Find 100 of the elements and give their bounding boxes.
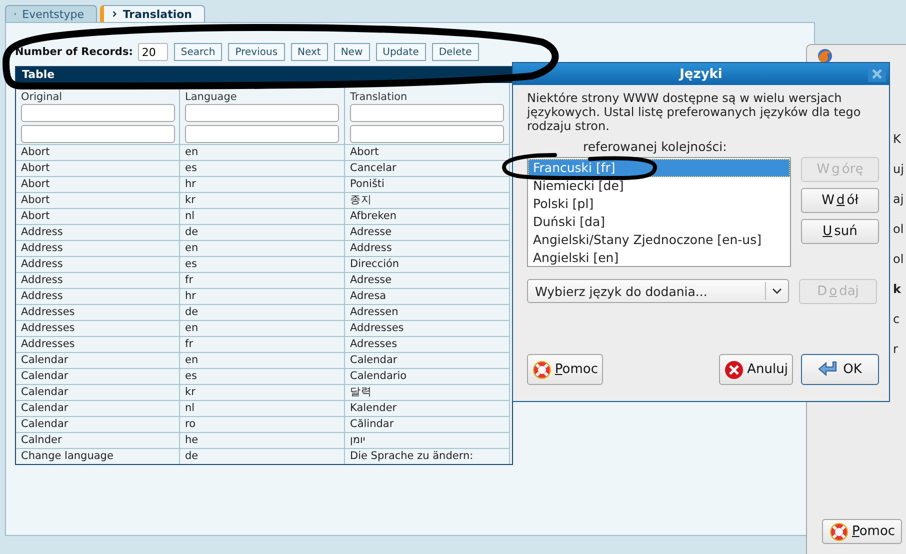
list-label: referowanej kolejności: xyxy=(582,139,728,155)
table-cell: Abort xyxy=(16,160,180,176)
table-cell: Address xyxy=(16,256,180,272)
help-button[interactable]: Pomoc xyxy=(527,354,603,385)
table-cell: Calendar xyxy=(16,352,180,368)
lifebuoy-icon xyxy=(828,522,849,542)
table-cell: en xyxy=(180,240,345,256)
side-button[interactable]: W d ół xyxy=(801,188,879,213)
chevron-down-icon xyxy=(765,282,782,300)
table-cell: Addresses xyxy=(16,320,180,336)
column-header: Translation xyxy=(345,83,510,102)
table-cell: de xyxy=(180,448,345,464)
cancel-button[interactable]: Anuluj xyxy=(719,354,793,385)
text-fragment: k xyxy=(893,281,902,298)
table-cell: Cancelar xyxy=(345,160,510,176)
table-cell: Addresses xyxy=(345,320,510,336)
table-cell: Address xyxy=(16,240,180,256)
table-cell: Kalender xyxy=(345,400,510,416)
table-cell: 달력 xyxy=(345,384,510,400)
table-cell: Abort xyxy=(16,176,180,192)
tab[interactable]: Eventstype xyxy=(5,5,97,22)
side-button[interactable]: U suń xyxy=(801,219,879,244)
table-cell: Abort xyxy=(345,144,510,160)
filter-field[interactable] xyxy=(350,104,504,122)
column-header: Original xyxy=(16,83,180,102)
text-fragment: ol xyxy=(893,251,905,268)
cancel-icon xyxy=(724,360,744,380)
filter-field[interactable] xyxy=(350,125,504,143)
table-cell: Afbreken xyxy=(345,208,510,224)
table-cell: Address xyxy=(345,240,510,256)
records-label: Number of Records: xyxy=(15,46,133,58)
table-cell: ro xyxy=(180,416,345,432)
toolbar-button[interactable]: Update xyxy=(376,43,426,61)
toolbar-button[interactable]: Delete xyxy=(432,43,479,61)
help-button[interactable]: Pomoc xyxy=(822,519,902,544)
table-cell: es xyxy=(180,368,345,384)
filter-field[interactable] xyxy=(185,104,339,122)
table-cell: Calendar xyxy=(16,400,180,416)
table-cell: he xyxy=(180,432,345,448)
table-cell: de xyxy=(180,224,345,240)
table-cell: Dirección xyxy=(345,256,510,272)
lifebuoy-icon xyxy=(532,360,552,380)
table-cell: Abort xyxy=(16,192,180,208)
filter-field[interactable] xyxy=(21,125,175,143)
text-fragment: ol xyxy=(893,221,905,238)
language-list[interactable]: Francuski [fr] Niemiecki [de] Polski [pl] Duński [da] Angielski/Stany Zjednoczone [en-us] Angielski [en] xyxy=(527,157,791,267)
table-cell: Poništi xyxy=(345,176,510,192)
table-cell: Address xyxy=(16,288,180,304)
text-fragment: c xyxy=(893,311,901,328)
column-header: Language xyxy=(180,83,345,102)
table-cell: kr xyxy=(180,384,345,400)
table-cell: Change language xyxy=(16,448,180,464)
toolbar-button[interactable]: Next xyxy=(290,43,328,61)
globe-icon xyxy=(817,48,833,64)
text-fragment: uj xyxy=(893,161,905,178)
tab[interactable]: Translation xyxy=(100,5,205,22)
text-fragment: K xyxy=(893,131,902,148)
list-item[interactable]: Angielski/Stany Zjednoczone [en-us] xyxy=(528,231,790,249)
filter-field[interactable] xyxy=(21,104,175,122)
table-cell: Calendar xyxy=(16,416,180,432)
table-cell: Calnder xyxy=(16,432,180,448)
list-item[interactable]: Niemiecki [de] xyxy=(528,177,790,195)
close-icon xyxy=(868,66,886,82)
table-cell: Die Sprache zu ändern: xyxy=(345,448,510,464)
table-cell: Calendar xyxy=(16,384,180,400)
ok-button[interactable]: OK xyxy=(801,354,879,385)
records-field[interactable]: 20 xyxy=(138,43,168,61)
table-cell: kr xyxy=(180,192,345,208)
list-item[interactable]: Duński [da] xyxy=(528,213,790,231)
table-cell: es xyxy=(180,256,345,272)
chevron-icon xyxy=(112,9,117,19)
table-cell: 종지 xyxy=(345,192,510,208)
table-cell: en xyxy=(180,352,345,368)
table-cell: en xyxy=(180,320,345,336)
table-cell: Calendar xyxy=(345,352,510,368)
toolbar-button[interactable]: Search xyxy=(174,43,222,61)
table-cell: Address xyxy=(16,272,180,288)
table-cell: Addresses xyxy=(16,336,180,352)
table-cell: Adresses xyxy=(345,336,510,352)
text-fragment: r xyxy=(893,341,899,358)
table-cell: nl xyxy=(180,208,345,224)
table-cell: Addresses xyxy=(16,304,180,320)
table-cell: de xyxy=(180,304,345,320)
toolbar-button[interactable]: New xyxy=(334,43,370,61)
table-cell: Abort xyxy=(16,208,180,224)
table-cell: Calendario xyxy=(345,368,510,384)
table-cell: fr xyxy=(180,336,345,352)
table-cell: Abort xyxy=(16,144,180,160)
table-cell: Călindar xyxy=(345,416,510,432)
table-cell: en xyxy=(180,144,345,160)
table-cell: Adresa xyxy=(345,288,510,304)
filter-field[interactable] xyxy=(185,125,339,143)
language-dropdown[interactable]: Wybierz język do dodania... xyxy=(527,279,789,303)
list-item[interactable]: Polski [pl] xyxy=(528,195,790,213)
table-cell: fr xyxy=(180,272,345,288)
list-item[interactable]: Angielski [en] xyxy=(528,249,790,267)
table-cell: יומן xyxy=(345,432,510,448)
toolbar-button[interactable]: Previous xyxy=(228,43,285,61)
table-cell: hr xyxy=(180,288,345,304)
table-cell: Adresse xyxy=(345,224,510,240)
